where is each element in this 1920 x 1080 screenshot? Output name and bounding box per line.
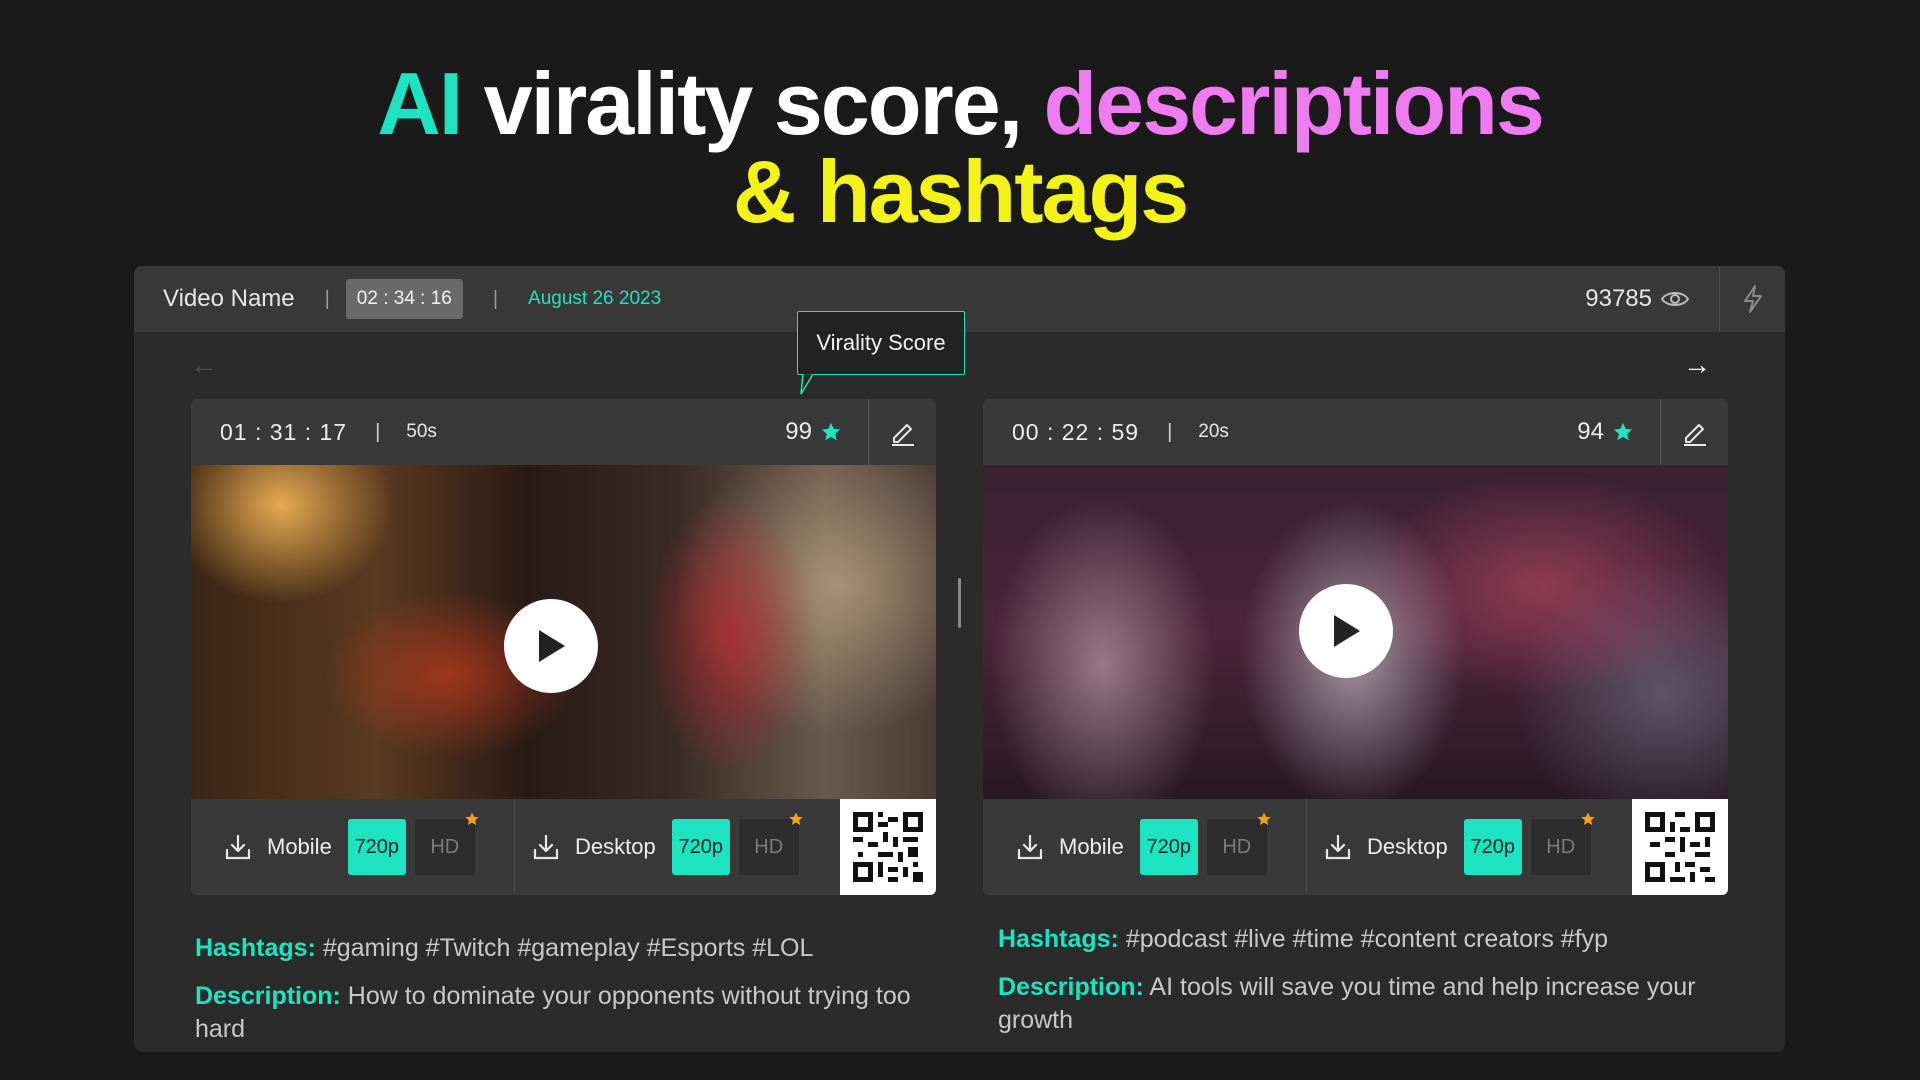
qr-code-icon — [853, 812, 923, 882]
virality-score-tooltip: Virality Score — [797, 311, 965, 375]
edit-button[interactable] — [868, 399, 936, 465]
download-mobile: Mobile 720p HD — [191, 799, 515, 895]
topbar-separator: | — [492, 287, 499, 310]
video-thumbnail[interactable] — [191, 465, 936, 799]
clip-1-hashtags: Hashtags: #gaming #Twitch #gameplay #Esp… — [195, 932, 935, 965]
clip-duration: 50s — [406, 421, 437, 442]
view-count-value: 93785 — [1585, 285, 1652, 312]
quality-720p-button[interactable]: 720p — [671, 819, 730, 875]
virality-score: 94 — [1577, 399, 1634, 465]
carousel-divider — [958, 578, 961, 628]
download-label: Desktop — [1367, 834, 1448, 859]
clip-header: 01 : 31 : 17 | 50s 99 — [191, 399, 936, 465]
clip-separator: | — [375, 420, 381, 443]
quality-720p-button[interactable]: 720p — [1463, 819, 1522, 875]
download-icon[interactable] — [1015, 832, 1045, 862]
clip-timecode: 01 : 31 : 17 — [220, 418, 348, 445]
download-label: Mobile — [1059, 834, 1124, 859]
premium-star-icon — [789, 812, 803, 825]
next-arrow-icon[interactable]: → — [1683, 349, 1711, 381]
video-timecode: 02 : 34 : 16 — [345, 279, 463, 319]
eye-icon — [1660, 292, 1690, 306]
clip-header: 00 : 22 : 59 | 20s 94 — [983, 399, 1728, 465]
download-desktop: Desktop 720p HD — [515, 799, 841, 895]
lightning-button[interactable] — [1719, 266, 1785, 332]
qr-code-button[interactable] — [1632, 799, 1728, 895]
download-desktop: Desktop 720p HD — [1307, 799, 1633, 895]
qr-code-button[interactable] — [840, 799, 936, 895]
prev-arrow-icon[interactable]: ← — [190, 349, 218, 381]
clip-separator: | — [1167, 420, 1173, 443]
clip-2-hashtags: Hashtags: #podcast #live #time #content … — [998, 923, 1758, 956]
video-thumbnail[interactable] — [983, 465, 1728, 799]
quality-hd-label: HD — [1546, 835, 1576, 858]
play-button[interactable] — [1299, 584, 1393, 678]
premium-star-icon — [1581, 812, 1595, 825]
headline-ai: AI — [377, 54, 463, 153]
clip-card-2: 00 : 22 : 59 | 20s 94 Mobile 720p HD Des… — [983, 399, 1728, 895]
hashtags-label: Hashtags: — [195, 934, 316, 962]
hashtags-text: #gaming #Twitch #gameplay #Esports #LOL — [315, 934, 814, 962]
download-bar: Mobile 720p HD Desktop 720p HD — [191, 799, 936, 895]
download-icon[interactable] — [1323, 832, 1353, 862]
clip-timecode: 00 : 22 : 59 — [1012, 418, 1140, 445]
clip-duration: 20s — [1198, 421, 1229, 442]
quality-hd-label: HD — [1222, 835, 1252, 858]
headline-descriptions: descriptions — [1043, 54, 1545, 153]
quality-hd-button[interactable]: HD — [1530, 812, 1595, 875]
quality-hd-button[interactable]: HD — [1206, 812, 1271, 875]
description-label: Description: — [998, 973, 1144, 1001]
video-date: August 26 2023 — [528, 288, 662, 309]
download-label: Mobile — [267, 834, 332, 859]
download-icon[interactable] — [531, 832, 561, 862]
video-name[interactable]: Video Name — [163, 285, 295, 313]
headline-virality: virality score, — [461, 54, 1044, 153]
download-mobile: Mobile 720p HD — [983, 799, 1307, 895]
hashtags-text: #podcast #live #time #content creators #… — [1118, 925, 1609, 953]
headline-hashtags: & hashtags — [732, 142, 1189, 241]
hashtags-label: Hashtags: — [998, 925, 1119, 953]
quality-hd-button[interactable]: HD — [414, 812, 479, 875]
pencil-icon — [891, 424, 914, 446]
quality-hd-label: HD — [754, 835, 784, 858]
pencil-icon — [1683, 424, 1706, 446]
download-icon[interactable] — [223, 832, 253, 862]
quality-720p-button[interactable]: 720p — [1139, 819, 1198, 875]
quality-hd-button[interactable]: HD — [738, 812, 803, 875]
clip-2-description: Description: AI tools will save you time… — [998, 971, 1758, 1037]
play-button[interactable] — [504, 599, 598, 693]
play-icon — [1334, 615, 1360, 647]
qr-code-icon — [1645, 812, 1715, 882]
clip-1-description: Description: How to dominate your oppone… — [195, 980, 935, 1046]
virality-score-value: 94 — [1577, 418, 1604, 445]
download-bar: Mobile 720p HD Desktop 720p HD — [983, 799, 1728, 895]
headline-line-1: AI virality score, descriptions — [0, 60, 1920, 148]
video-panel: Video Name | 02 : 34 : 16 | August 26 20… — [134, 266, 1785, 1052]
virality-score: 99 — [785, 399, 842, 465]
virality-score-value: 99 — [785, 418, 812, 445]
tooltip-pointer — [800, 374, 814, 395]
clip-card-1: 01 : 31 : 17 | 50s 99 Mobile 720p HD Des… — [191, 399, 936, 895]
play-icon — [539, 630, 565, 662]
edit-button[interactable] — [1660, 399, 1728, 465]
quality-hd-label: HD — [430, 835, 460, 858]
topbar-separator: | — [324, 287, 330, 310]
description-label: Description: — [195, 982, 341, 1010]
star-icon — [1613, 422, 1633, 441]
quality-720p-button[interactable]: 720p — [347, 819, 406, 875]
view-count: 93785 — [1585, 266, 1690, 332]
headline: AI virality score, descriptions & hashta… — [0, 60, 1920, 236]
premium-star-icon — [465, 812, 479, 825]
star-icon — [821, 422, 841, 441]
premium-star-icon — [1257, 812, 1271, 825]
download-label: Desktop — [575, 834, 656, 859]
lightning-icon — [1743, 285, 1762, 313]
